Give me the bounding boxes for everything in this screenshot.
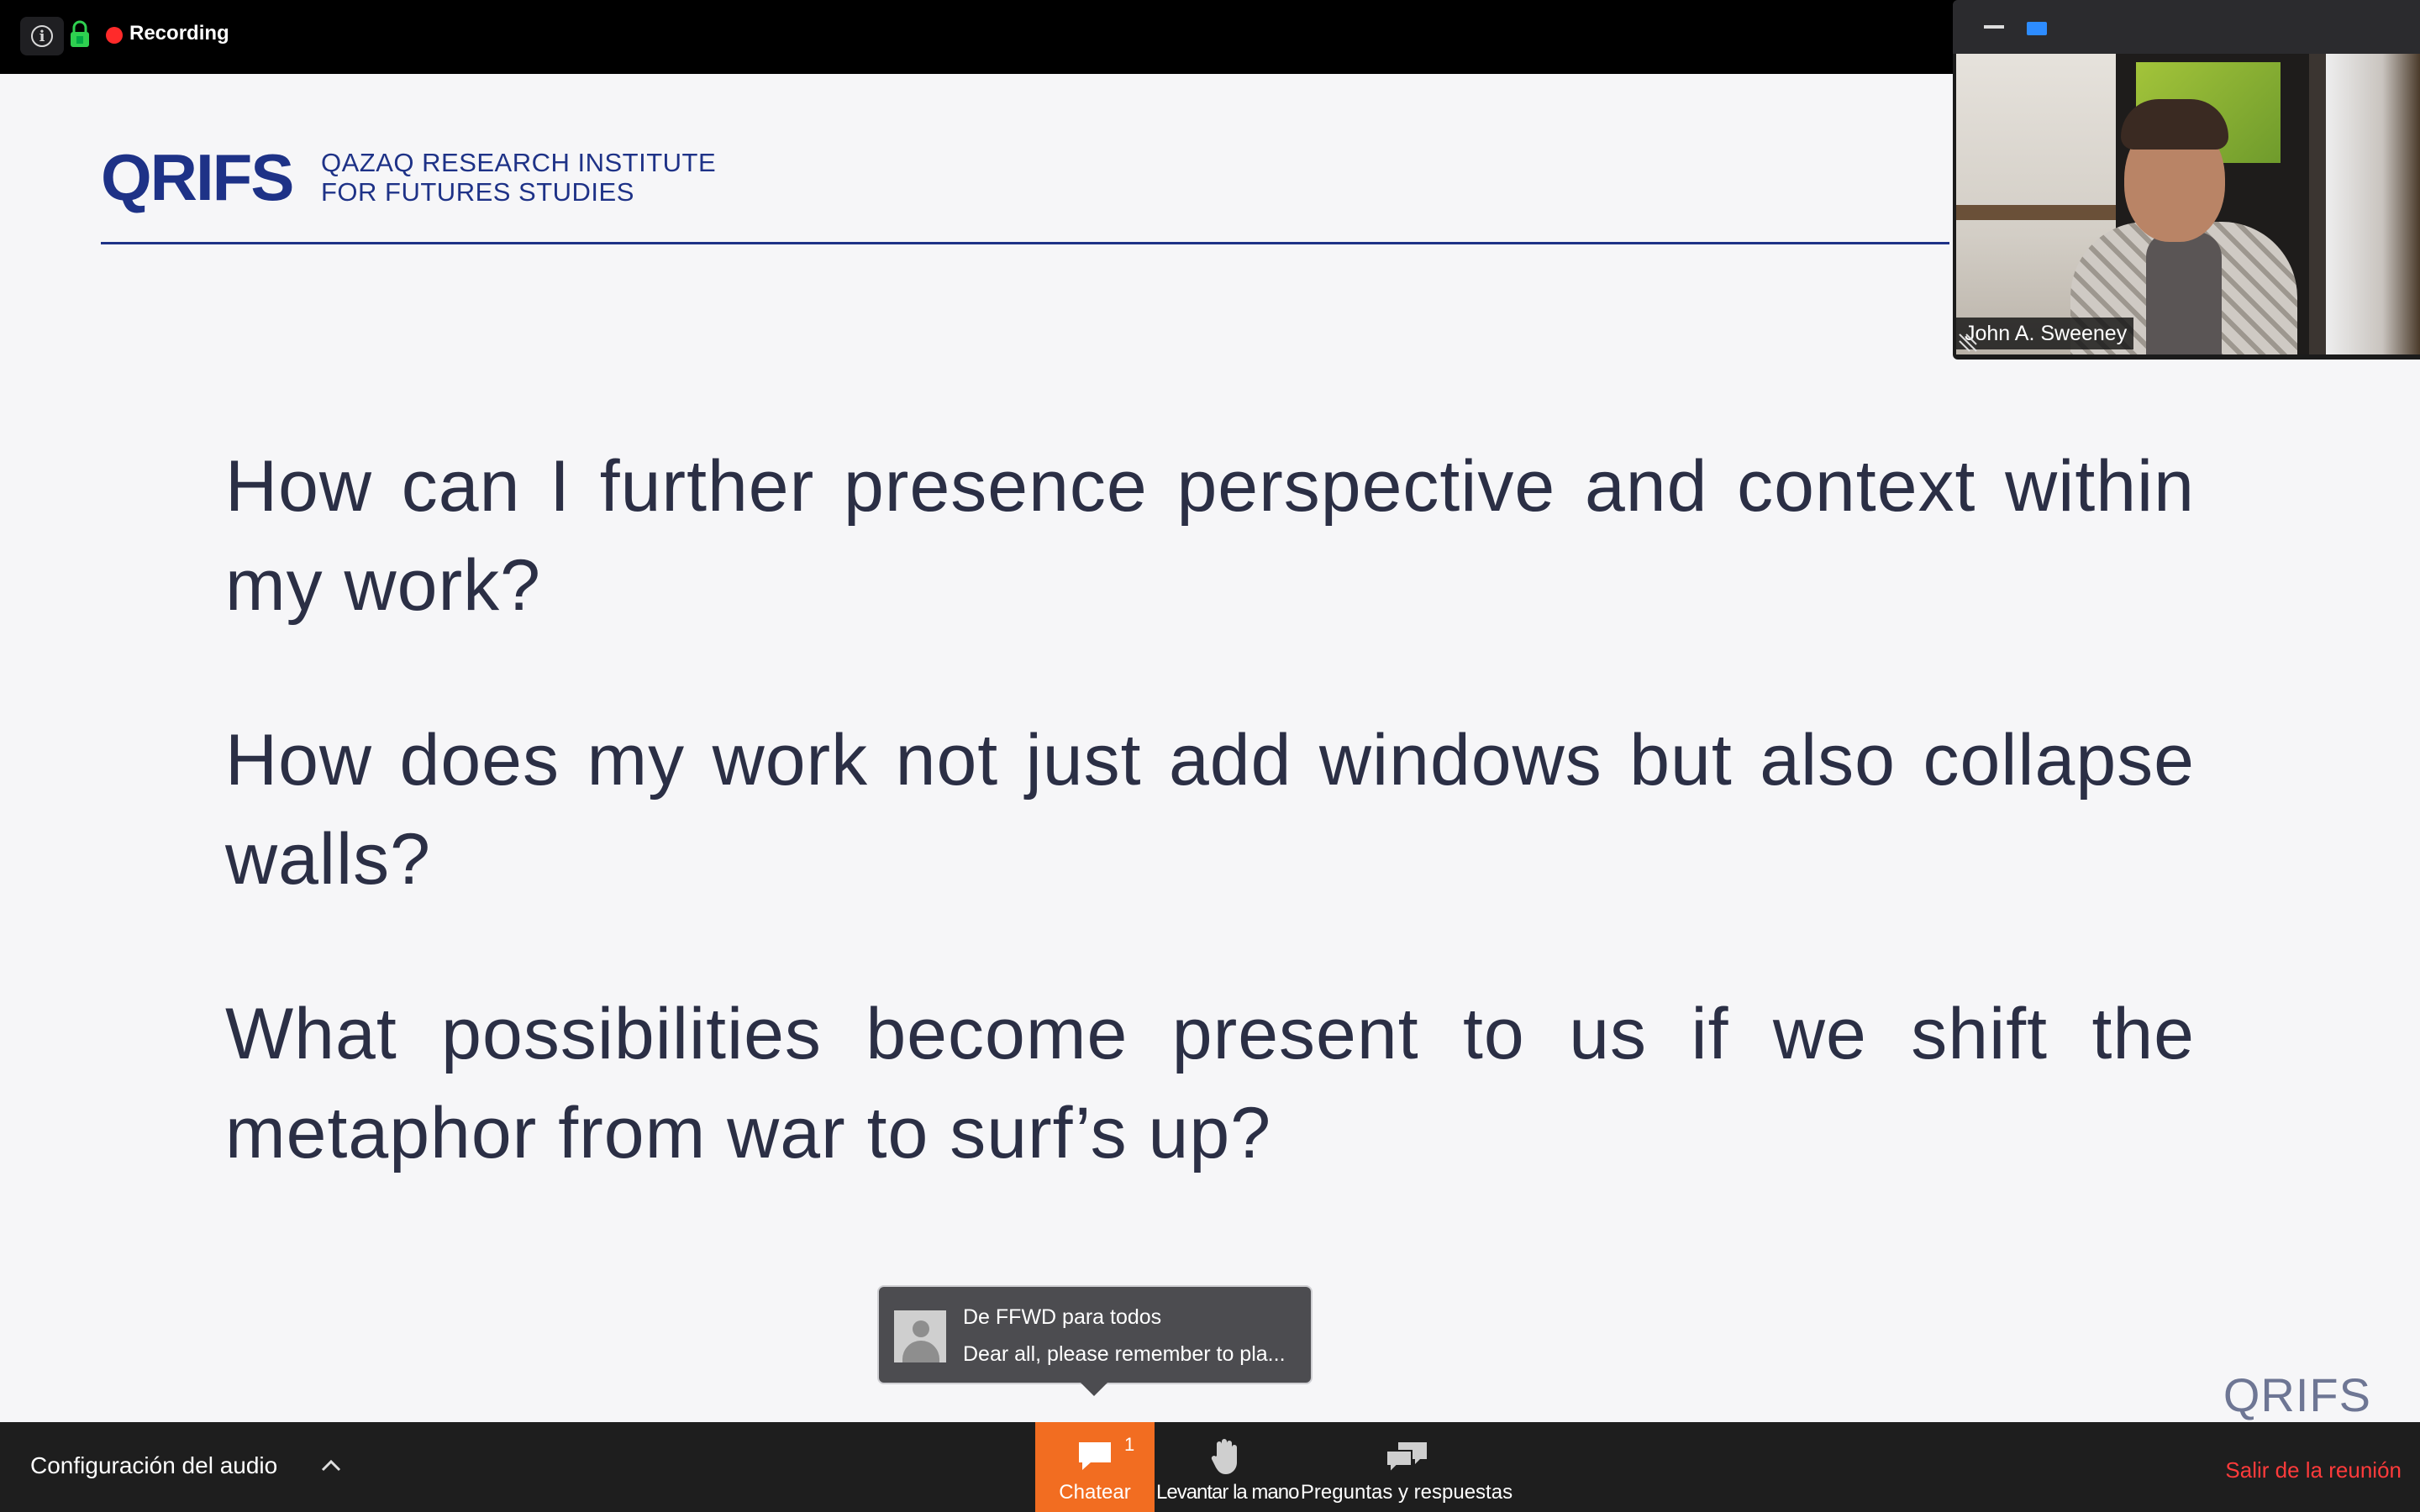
institute-name-line2: FOR FUTURES STUDIES	[321, 177, 634, 207]
chevron-up-icon[interactable]	[319, 1456, 343, 1476]
video-panel-header[interactable]	[1953, 0, 2420, 54]
raise-hand-label: Levantar la mano	[1156, 1481, 1299, 1504]
institute-name: QAZAQ RESEARCH INSTITUTE FOR FUTURES STU…	[321, 148, 716, 207]
qa-button[interactable]: Preguntas y respuestas	[1299, 1422, 1514, 1512]
meeting-info-icon[interactable]: i	[20, 17, 64, 55]
leave-meeting-button[interactable]: Salir de la reunión	[2225, 1457, 2402, 1483]
resize-icon[interactable]	[1958, 333, 1978, 353]
participant-video	[1956, 54, 2420, 354]
header-divider	[101, 242, 1949, 244]
meeting-toolbar: Configuración del audio 1 Chatear Levant…	[0, 1422, 2420, 1512]
lock-icon[interactable]	[69, 20, 91, 49]
slide-question-2: How does my work not just add windows bu…	[225, 720, 2195, 900]
audio-settings-button[interactable]: Configuración del audio	[30, 1452, 277, 1479]
corner-brand-logo: QRIFS	[2223, 1368, 2371, 1421]
recording-dot-icon	[106, 27, 123, 44]
slide-question-1: How can I further presence perspective a…	[225, 446, 2195, 626]
recording-label: Recording	[129, 22, 229, 45]
raise-hand-icon	[1211, 1439, 1237, 1474]
participant-name-tag: John A. Sweeney	[1956, 318, 2134, 349]
chat-button-label: Chatear	[1059, 1481, 1131, 1504]
chat-unread-badge: 1	[1124, 1434, 1135, 1455]
qa-icon	[1386, 1442, 1427, 1474]
view-icon[interactable]	[2025, 20, 2049, 37]
minimize-icon[interactable]	[1983, 22, 2005, 32]
chat-sender: De FFWD para todos	[963, 1305, 1162, 1329]
popup-arrow	[1081, 1383, 1107, 1396]
qrifs-logo: QRIFS	[101, 140, 294, 214]
qa-label: Preguntas y respuestas	[1300, 1481, 1513, 1504]
chat-notification-popup[interactable]: De FFWD para todos Dear all, please reme…	[877, 1285, 1313, 1396]
chat-button[interactable]: 1 Chatear	[1035, 1422, 1155, 1512]
chat-icon	[1079, 1442, 1111, 1470]
avatar-icon	[894, 1310, 946, 1362]
slide-question-3: What possibilities become present to us …	[225, 994, 2195, 1173]
chat-message-preview: Dear all, please remember to pla...	[963, 1342, 1286, 1366]
video-thumbnail-panel[interactable]: John A. Sweeney	[1953, 0, 2420, 360]
institute-name-line1: QAZAQ RESEARCH INSTITUTE	[321, 148, 717, 177]
